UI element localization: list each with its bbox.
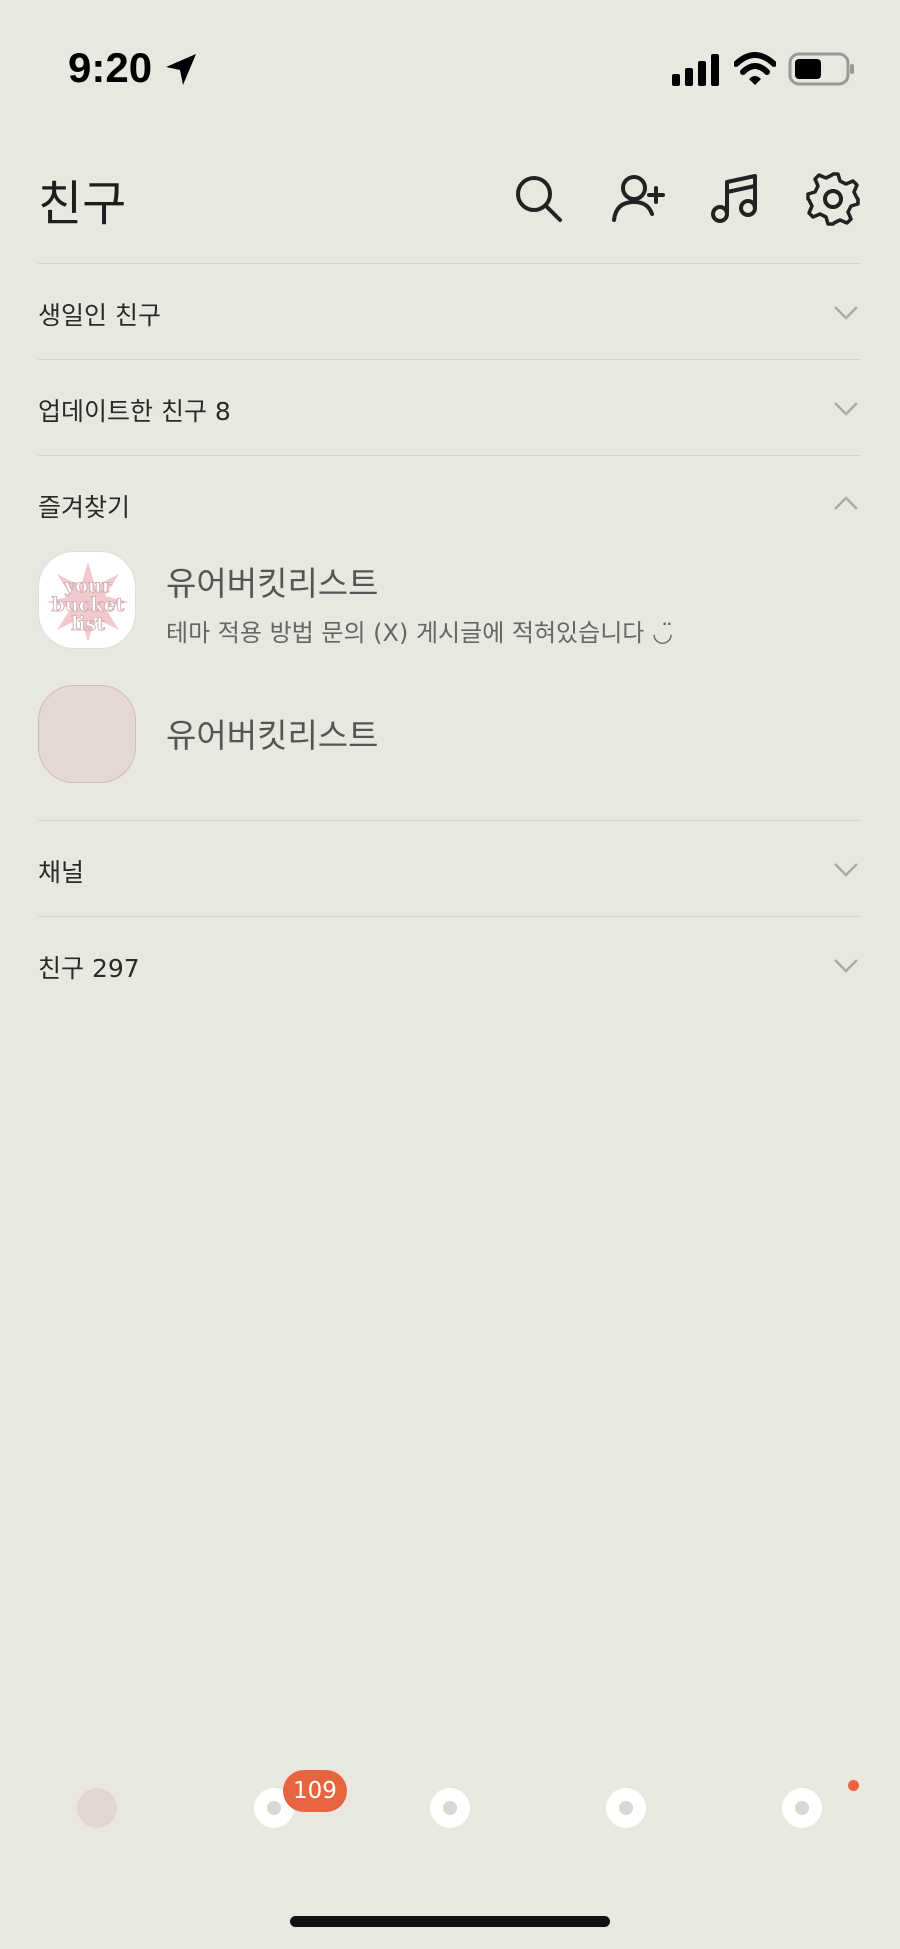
chevron-down-icon — [834, 402, 858, 416]
section-updated-friends[interactable]: 업데이트한 친구 8 — [38, 359, 860, 455]
battery-icon — [788, 52, 856, 90]
notification-dot — [848, 1780, 859, 1791]
unread-count-badge: 109 — [283, 1770, 347, 1812]
section-label: 업데이트한 친구 8 — [38, 397, 231, 426]
cellular-signal-icon — [672, 54, 720, 90]
tab-more[interactable] — [782, 1788, 822, 1828]
status-time: 9:20 — [68, 44, 153, 91]
section-birthday-friends[interactable]: 생일인 친구 — [38, 263, 860, 359]
header: 친구 — [0, 150, 900, 260]
friend-name: 유어버킷리스트 — [166, 564, 379, 603]
section-favorites[interactable]: 즐겨찾기 — [38, 455, 860, 551]
tab-view[interactable] — [430, 1788, 470, 1828]
location-arrow-icon — [164, 52, 198, 92]
status-bar: 9:20 — [0, 0, 900, 140]
tab-shopping[interactable] — [606, 1788, 646, 1828]
settings-icon[interactable] — [804, 170, 862, 228]
avatar-logo-text-line3: list — [71, 613, 105, 635]
section-friends[interactable]: 친구 297 — [38, 916, 860, 1012]
friend-name: 유어버킷리스트 — [166, 716, 379, 755]
section-label: 채널 — [38, 858, 85, 887]
home-indicator — [290, 1916, 610, 1927]
add-friend-icon[interactable] — [610, 170, 668, 228]
chevron-down-icon — [834, 959, 858, 973]
section-channels[interactable]: 채널 — [38, 820, 860, 916]
chevron-down-icon — [834, 863, 858, 877]
page-title: 친구 — [38, 176, 127, 232]
avatar — [38, 685, 136, 783]
avatar: your bucket list — [38, 551, 136, 649]
friend-status-message: 테마 적용 방법 문의 (X) 게시글에 적혀있습니다 ◡̈ — [166, 619, 673, 647]
favorite-friend-item[interactable]: your bucket list 유어버킷리스트 테마 적용 방법 문의 (X)… — [38, 551, 860, 651]
music-icon[interactable] — [706, 170, 764, 228]
section-label: 친구 297 — [38, 954, 140, 983]
tab-friends[interactable] — [77, 1788, 117, 1828]
search-icon[interactable] — [510, 170, 568, 228]
favorite-friend-item[interactable]: 유어버킷리스트 — [38, 685, 860, 785]
chevron-down-icon — [834, 306, 858, 320]
wifi-icon — [733, 52, 777, 90]
chevron-up-icon — [834, 496, 858, 510]
section-label: 즐겨찾기 — [38, 493, 131, 522]
section-label: 생일인 친구 — [38, 301, 161, 330]
